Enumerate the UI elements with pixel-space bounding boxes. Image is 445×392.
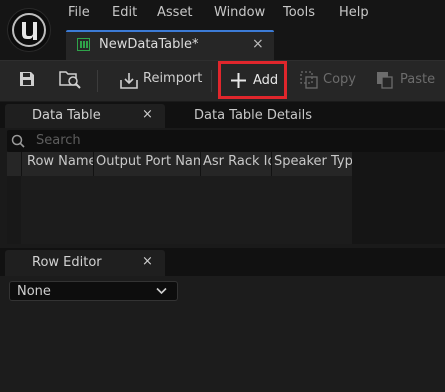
copy-label: Copy — [323, 72, 356, 87]
active-tab-accent — [66, 30, 274, 32]
reimport-button[interactable]: Reimport — [117, 68, 203, 92]
menu-tools[interactable]: Tools — [283, 5, 315, 20]
column-divider — [200, 152, 201, 176]
column-header-speaker-type[interactable]: Speaker Type — [274, 154, 352, 174]
tab-row-editor[interactable]: Row Editor × — [5, 250, 165, 276]
add-button[interactable]: Add — [218, 61, 287, 99]
paste-icon — [377, 72, 393, 89]
tab-data-table-label: Data Table — [32, 108, 101, 123]
table-empty-area — [352, 152, 445, 244]
reimport-icon — [120, 73, 138, 89]
column-header-asr-rack-id[interactable]: Asr Rack Id — [203, 154, 271, 174]
add-label: Add — [253, 73, 279, 88]
document-tab-title: NewDataTable* — [99, 37, 199, 52]
unreal-logo-icon[interactable] — [7, 8, 51, 52]
document-tab[interactable]: NewDataTable* × — [66, 30, 274, 60]
row-select-value: None — [17, 284, 51, 299]
paste-label: Paste — [400, 72, 436, 87]
column-divider — [21, 152, 22, 176]
toolbar-separator — [211, 70, 212, 92]
data-table-icon — [77, 38, 90, 51]
row-select-dropdown[interactable]: None — [9, 281, 178, 301]
tab-row-editor-label: Row Editor — [32, 255, 102, 270]
copy-icon — [300, 71, 318, 89]
column-divider — [93, 152, 94, 176]
close-tab-icon[interactable]: × — [142, 107, 153, 122]
search-icon — [11, 134, 25, 148]
menu-file[interactable]: File — [68, 5, 90, 20]
column-divider — [271, 152, 272, 176]
browse-asset-icon[interactable] — [58, 68, 82, 90]
copy-button[interactable]: Copy — [297, 68, 357, 92]
menu-help[interactable]: Help — [339, 5, 369, 20]
close-tab-icon[interactable]: × — [252, 36, 264, 52]
search-input[interactable]: Search — [36, 133, 81, 148]
tab-data-table-details[interactable]: Data Table Details — [194, 108, 312, 123]
table-body[interactable] — [7, 176, 352, 244]
plus-icon — [231, 73, 246, 88]
search-box[interactable]: Search — [7, 130, 445, 152]
column-header-output-port-name[interactable]: Output Port Name — [96, 154, 200, 174]
row-gutter — [7, 176, 21, 244]
menu-asset[interactable]: Asset — [157, 5, 193, 20]
tab-data-table[interactable]: Data Table × — [5, 104, 165, 128]
save-icon[interactable] — [18, 70, 36, 88]
menu-edit[interactable]: Edit — [112, 5, 137, 20]
toolbar-separator — [97, 70, 98, 92]
reimport-label: Reimport — [143, 71, 203, 86]
menu-window[interactable]: Window — [214, 5, 265, 20]
paste-button[interactable]: Paste — [373, 68, 437, 92]
close-tab-icon[interactable]: × — [142, 254, 153, 269]
chevron-down-icon — [156, 287, 167, 295]
column-header-row-name[interactable]: Row Name — [27, 154, 93, 174]
